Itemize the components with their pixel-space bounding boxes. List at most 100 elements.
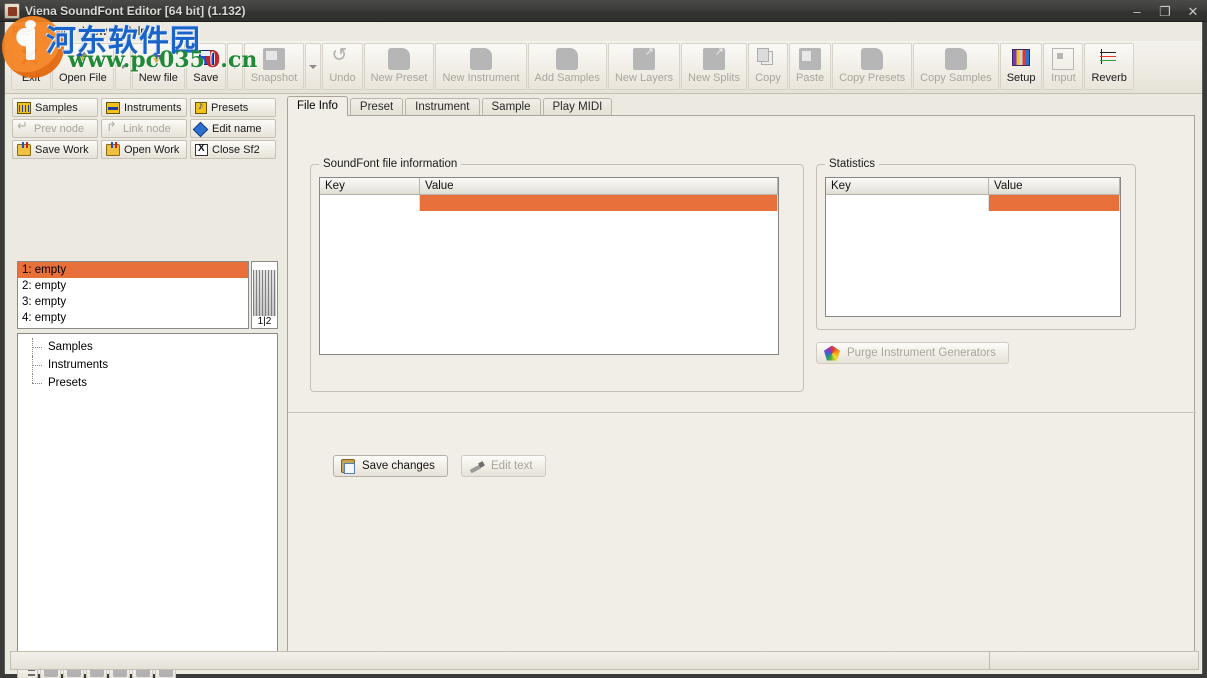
open-work-label: Open Work bbox=[124, 143, 180, 156]
tree-node-label: Samples bbox=[48, 341, 93, 353]
tree-node-instruments[interactable]: Instruments bbox=[18, 356, 277, 374]
samples-button[interactable]: Samples bbox=[12, 98, 98, 117]
open-work-button[interactable]: Open Work bbox=[101, 140, 187, 159]
tab-preset[interactable]: Preset bbox=[349, 98, 404, 116]
list-item[interactable]: 4: empty bbox=[18, 310, 248, 326]
menu-file[interactable]: File bbox=[12, 26, 31, 38]
toolbar-new-splits-button[interactable]: New Splits bbox=[681, 43, 747, 90]
cell-value[interactable] bbox=[420, 195, 778, 211]
toolbar-copy-presets-button[interactable]: Copy Presets bbox=[832, 43, 913, 90]
edit-name-label: Edit name bbox=[212, 122, 262, 135]
list-item[interactable]: 2: empty bbox=[18, 278, 248, 294]
column-header-key[interactable]: Key bbox=[826, 178, 989, 195]
toolbar-undo-label: Undo bbox=[329, 72, 356, 84]
menu-view[interactable]: View bbox=[82, 26, 107, 38]
presets-icon bbox=[195, 100, 207, 114]
link-node-icon bbox=[106, 119, 119, 135]
list-item[interactable]: 3: empty bbox=[18, 294, 248, 310]
toolbar-save-button[interactable]: Save bbox=[185, 43, 226, 90]
add-samples-icon bbox=[556, 48, 579, 70]
link-node-label: Link node bbox=[123, 122, 171, 135]
exit-icon bbox=[20, 48, 42, 70]
tab-instrument[interactable]: Instrument bbox=[405, 98, 480, 116]
title-bar: Viena SoundFont Editor [64 bit] (1.132) … bbox=[0, 0, 1207, 22]
soundfont-tree[interactable]: Samples Instruments Presets bbox=[17, 333, 278, 655]
statistics-grid[interactable]: Key Value bbox=[825, 177, 1121, 317]
paste-icon bbox=[799, 48, 822, 70]
toolbar-snapshot-button[interactable]: Snapshot bbox=[243, 43, 305, 90]
save-work-icon bbox=[17, 141, 31, 156]
toolbar-open-file-button[interactable]: Open File bbox=[52, 43, 114, 90]
column-header-value[interactable]: Value bbox=[420, 178, 778, 195]
edit-name-button[interactable]: Edit name bbox=[190, 119, 276, 138]
tab-file-info[interactable]: File Info bbox=[287, 96, 348, 116]
minimize-button[interactable]: – bbox=[1129, 5, 1145, 18]
tab-sample[interactable]: Sample bbox=[481, 98, 541, 116]
new-preset-icon bbox=[388, 48, 411, 70]
toolbar-save-dropdown[interactable] bbox=[226, 43, 243, 90]
menu-help[interactable]: Help bbox=[123, 26, 147, 38]
tree-node-samples[interactable]: Samples bbox=[18, 338, 277, 356]
chevron-down-icon bbox=[118, 64, 127, 69]
prev-node-label: Prev node bbox=[34, 122, 85, 135]
toolbar-exit-button[interactable]: Exit bbox=[11, 43, 51, 90]
tab-play-midi[interactable]: Play MIDI bbox=[542, 98, 613, 116]
save-changes-button[interactable]: Save changes bbox=[333, 455, 448, 477]
left-panel-work-row: Save Work Open Work Close Sf2 bbox=[10, 138, 278, 159]
cell-key[interactable] bbox=[826, 195, 989, 211]
toolbar-copy-button[interactable]: Copy bbox=[747, 43, 788, 90]
close-button[interactable]: ✕ bbox=[1185, 5, 1201, 18]
toolbar-reverb-label: Reverb bbox=[1091, 72, 1127, 84]
application-window: Viena SoundFont Editor [64 bit] (1.132) … bbox=[0, 0, 1207, 678]
presets-button[interactable]: Presets bbox=[190, 98, 276, 117]
list-item[interactable]: 1: empty bbox=[18, 262, 248, 278]
link-node-button[interactable]: Link node bbox=[101, 119, 187, 138]
toolbar-input-button[interactable]: Input bbox=[1043, 43, 1084, 90]
main-content: File Info Preset Instrument Sample Play … bbox=[283, 96, 1200, 668]
menu-edit[interactable]: Edit bbox=[47, 26, 67, 38]
toolbar-undo-button[interactable]: Undo bbox=[322, 43, 363, 90]
preview-label: 1|2 bbox=[257, 316, 272, 327]
rainbow-puzzle-icon bbox=[824, 345, 840, 361]
purge-instrument-generators-button[interactable]: Purge Instrument Generators bbox=[816, 342, 1009, 364]
toolbar-new-layers-button[interactable]: New Layers bbox=[607, 43, 681, 90]
soundfont-slot-list[interactable]: 1: empty 2: empty 3: empty 4: empty bbox=[17, 261, 249, 329]
toolbar-input-label: Input bbox=[1051, 72, 1076, 84]
column-header-value[interactable]: Value bbox=[989, 178, 1120, 195]
copy-icon bbox=[756, 48, 779, 70]
column-header-key[interactable]: Key bbox=[320, 178, 420, 195]
setup-icon bbox=[1010, 48, 1032, 70]
toolbar-setup-button[interactable]: Setup bbox=[999, 43, 1043, 90]
toolbar-paste-button[interactable]: Paste bbox=[788, 43, 832, 90]
table-row[interactable] bbox=[320, 195, 778, 211]
instruments-button[interactable]: Instruments bbox=[101, 98, 187, 117]
toolbar-new-instrument-button[interactable]: New Instrument bbox=[435, 43, 527, 90]
slot-preview-widget[interactable]: 1|2 bbox=[251, 261, 278, 329]
file-info-panel: SoundFont file information Key Value Sav… bbox=[287, 115, 1196, 664]
new-splits-icon bbox=[703, 45, 725, 70]
toolbar-open-file-dropdown[interactable] bbox=[114, 43, 131, 90]
prev-node-button[interactable]: Prev node bbox=[12, 118, 98, 138]
file-info-grid[interactable]: Key Value bbox=[319, 177, 779, 355]
close-sf2-label: Close Sf2 bbox=[212, 143, 260, 156]
cell-value[interactable] bbox=[989, 195, 1120, 211]
cell-key[interactable] bbox=[320, 195, 420, 211]
toolbar-new-preset-button[interactable]: New Preset bbox=[363, 43, 435, 90]
toolbar-copy-samples-button[interactable]: Copy Samples bbox=[913, 43, 999, 90]
toolbar-setup-label: Setup bbox=[1006, 72, 1036, 84]
panel-divider bbox=[288, 412, 1196, 413]
app-icon bbox=[4, 2, 20, 19]
close-sf2-button[interactable]: Close Sf2 bbox=[190, 140, 276, 159]
save-work-button[interactable]: Save Work bbox=[12, 140, 98, 159]
edit-text-button[interactable]: Edit text bbox=[461, 455, 546, 477]
toolbar-reverb-button[interactable]: Reverb bbox=[1084, 43, 1134, 90]
toolbar-new-file-button[interactable]: New file bbox=[131, 43, 185, 90]
table-row[interactable] bbox=[826, 195, 1120, 211]
status-cell-left bbox=[11, 652, 990, 669]
toolbar-add-samples-button[interactable]: Add Samples bbox=[527, 43, 607, 90]
toolbar-snapshot-dropdown[interactable] bbox=[305, 43, 322, 90]
maximize-button[interactable]: ❐ bbox=[1157, 5, 1173, 18]
tree-node-presets[interactable]: Presets bbox=[18, 374, 277, 392]
menu-bar: File Edit View Help bbox=[5, 22, 1202, 41]
presets-button-label: Presets bbox=[211, 101, 249, 114]
